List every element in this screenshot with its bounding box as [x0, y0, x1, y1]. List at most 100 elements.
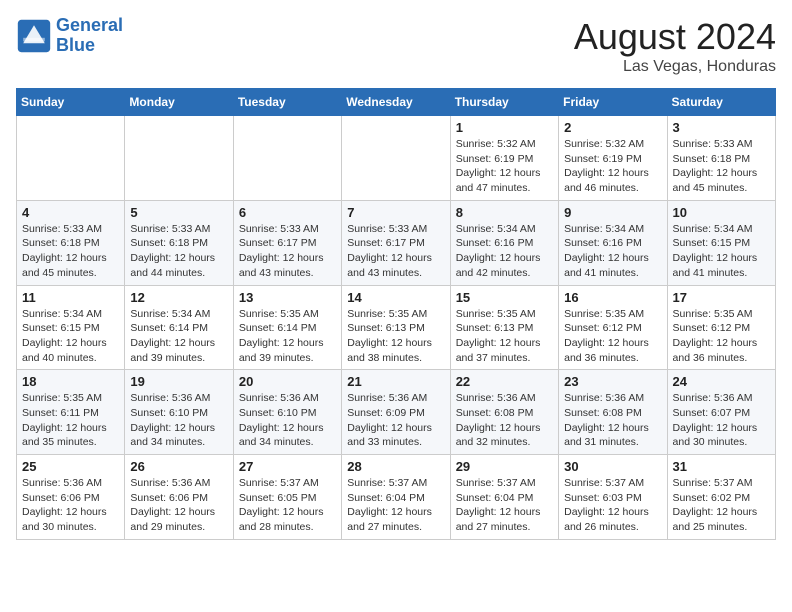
day-number: 1: [456, 120, 553, 135]
day-number: 18: [22, 374, 119, 389]
logo-line2: Blue: [56, 35, 95, 55]
calendar-day-cell: 12Sunrise: 5:34 AMSunset: 6:14 PMDayligh…: [125, 285, 233, 370]
calendar-day-cell: 22 Sunrise: 5:36 AMSunset: 6:08 PMDayligh…: [450, 370, 558, 455]
day-number: 20: [239, 374, 336, 389]
day-of-week-header: Thursday: [450, 89, 558, 116]
logo-text: General Blue: [56, 16, 123, 56]
day-info: Sunrise: 5:37 AMSunset: 6:02 PMDaylight:…: [673, 476, 770, 535]
day-info: Sunrise: 5:35 AMSunset: 6:13 PMDaylight:…: [347, 307, 444, 366]
day-info: Sunrise: 5:36 AMSunset: 6:10 PMDaylight:…: [130, 391, 227, 450]
calendar-day-cell: 14 Sunrise: 5:35 AMSunset: 6:13 PMDayligh…: [342, 285, 450, 370]
day-info: Sunrise: 5:34 AMSunset: 6:16 PMDaylight:…: [456, 222, 553, 281]
day-info: Sunrise: 5:36 AMSunset: 6:09 PMDaylight:…: [347, 391, 444, 450]
day-number: 7: [347, 205, 444, 220]
calendar-day-cell: 3 Sunrise: 5:33 AMSunset: 6:18 PMDaylight…: [667, 116, 775, 201]
day-info: Sunrise: 5:33 AMSunset: 6:17 PMDaylight:…: [347, 222, 444, 281]
day-info: Sunrise: 5:35 AMSunset: 6:11 PMDaylight:…: [22, 391, 119, 450]
calendar-day-cell: 8 Sunrise: 5:34 AMSunset: 6:16 PMDaylight…: [450, 200, 558, 285]
day-info: Sunrise: 5:36 AMSunset: 6:08 PMDaylight:…: [456, 391, 553, 450]
day-info: Sunrise: 5:37 AMSunset: 6:04 PMDaylight:…: [456, 476, 553, 535]
day-number: 4: [22, 205, 119, 220]
calendar-day-cell: 7 Sunrise: 5:33 AMSunset: 6:17 PMDaylight…: [342, 200, 450, 285]
calendar-day-cell: 5 Sunrise: 5:33 AMSunset: 6:18 PMDaylight…: [125, 200, 233, 285]
logo-icon: [16, 18, 52, 54]
calendar-header-row: SundayMondayTuesdayWednesdayThursdayFrid…: [17, 89, 776, 116]
day-info: Sunrise: 5:36 AMSunset: 6:08 PMDaylight:…: [564, 391, 661, 450]
calendar-day-cell: 17 Sunrise: 5:35 AMSunset: 6:12 PMDayligh…: [667, 285, 775, 370]
day-number: 23: [564, 374, 661, 389]
calendar-day-cell: [17, 116, 125, 201]
day-info: Sunrise: 5:34 AMSunset: 6:15 PMDaylight:…: [673, 222, 770, 281]
day-number: 29: [456, 459, 553, 474]
day-info: Sunrise: 5:32 AMSunset: 6:19 PMDaylight:…: [564, 137, 661, 196]
day-of-week-header: Sunday: [17, 89, 125, 116]
day-of-week-header: Friday: [559, 89, 667, 116]
day-info: Sunrise: 5:37 AMSunset: 6:05 PMDaylight:…: [239, 476, 336, 535]
calendar-day-cell: 29 Sunrise: 5:37 AMSunset: 6:04 PMDayligh…: [450, 455, 558, 540]
calendar-day-cell: 30Sunrise: 5:37 AMSunset: 6:03 PMDayligh…: [559, 455, 667, 540]
day-number: 14: [347, 290, 444, 305]
day-of-week-header: Tuesday: [233, 89, 341, 116]
month-year: August 2024: [574, 16, 776, 58]
day-number: 26: [130, 459, 227, 474]
calendar-day-cell: 18 Sunrise: 5:35 AMSunset: 6:11 PMDayligh…: [17, 370, 125, 455]
day-number: 6: [239, 205, 336, 220]
calendar-day-cell: [342, 116, 450, 201]
calendar-day-cell: [233, 116, 341, 201]
day-info: Sunrise: 5:36 AMSunset: 6:06 PMDaylight:…: [130, 476, 227, 535]
calendar-day-cell: 21 Sunrise: 5:36 AMSunset: 6:09 PMDayligh…: [342, 370, 450, 455]
calendar-day-cell: 16 Sunrise: 5:35 AMSunset: 6:12 PMDayligh…: [559, 285, 667, 370]
day-number: 22: [456, 374, 553, 389]
calendar-table: SundayMondayTuesdayWednesdayThursdayFrid…: [16, 88, 776, 540]
location: Las Vegas, Honduras: [574, 58, 776, 76]
day-number: 31: [673, 459, 770, 474]
calendar-day-cell: 4Sunrise: 5:33 AMSunset: 6:18 PMDaylight…: [17, 200, 125, 285]
day-info: Sunrise: 5:35 AMSunset: 6:12 PMDaylight:…: [673, 307, 770, 366]
day-info: Sunrise: 5:36 AMSunset: 6:06 PMDaylight:…: [22, 476, 119, 535]
day-number: 17: [673, 290, 770, 305]
day-info: Sunrise: 5:32 AMSunset: 6:19 PMDaylight:…: [456, 137, 553, 196]
day-number: 15: [456, 290, 553, 305]
calendar-day-cell: 1 Sunrise: 5:32 AMSunset: 6:19 PMDaylight…: [450, 116, 558, 201]
day-number: 10: [673, 205, 770, 220]
day-number: 28: [347, 459, 444, 474]
calendar-day-cell: 28 Sunrise: 5:37 AMSunset: 6:04 PMDayligh…: [342, 455, 450, 540]
day-of-week-header: Wednesday: [342, 89, 450, 116]
page-header: General Blue August 2024 Las Vegas, Hond…: [16, 16, 776, 76]
day-info: Sunrise: 5:34 AMSunset: 6:16 PMDaylight:…: [564, 222, 661, 281]
calendar-day-cell: 19 Sunrise: 5:36 AMSunset: 6:10 PMDayligh…: [125, 370, 233, 455]
day-number: 9: [564, 205, 661, 220]
day-info: Sunrise: 5:36 AMSunset: 6:07 PMDaylight:…: [673, 391, 770, 450]
day-number: 2: [564, 120, 661, 135]
calendar-day-cell: 27Sunrise: 5:37 AMSunset: 6:05 PMDayligh…: [233, 455, 341, 540]
calendar-day-cell: 6Sunrise: 5:33 AMSunset: 6:17 PMDaylight…: [233, 200, 341, 285]
logo-line1: General: [56, 15, 123, 35]
day-info: Sunrise: 5:37 AMSunset: 6:04 PMDaylight:…: [347, 476, 444, 535]
day-number: 21: [347, 374, 444, 389]
day-of-week-header: Monday: [125, 89, 233, 116]
day-info: Sunrise: 5:35 AMSunset: 6:14 PMDaylight:…: [239, 307, 336, 366]
day-of-week-header: Saturday: [667, 89, 775, 116]
calendar-day-cell: 24Sunrise: 5:36 AMSunset: 6:07 PMDayligh…: [667, 370, 775, 455]
day-number: 8: [456, 205, 553, 220]
calendar-day-cell: 13Sunrise: 5:35 AMSunset: 6:14 PMDayligh…: [233, 285, 341, 370]
calendar-day-cell: 25 Sunrise: 5:36 AMSunset: 6:06 PMDayligh…: [17, 455, 125, 540]
day-info: Sunrise: 5:33 AMSunset: 6:18 PMDaylight:…: [130, 222, 227, 281]
day-info: Sunrise: 5:34 AMSunset: 6:15 PMDaylight:…: [22, 307, 119, 366]
calendar-day-cell: 10 Sunrise: 5:34 AMSunset: 6:15 PMDayligh…: [667, 200, 775, 285]
title-block: August 2024 Las Vegas, Honduras: [574, 16, 776, 76]
day-number: 5: [130, 205, 227, 220]
day-number: 11: [22, 290, 119, 305]
calendar-week-row: 18 Sunrise: 5:35 AMSunset: 6:11 PMDayligh…: [17, 370, 776, 455]
day-info: Sunrise: 5:37 AMSunset: 6:03 PMDaylight:…: [564, 476, 661, 535]
day-number: 3: [673, 120, 770, 135]
day-info: Sunrise: 5:35 AMSunset: 6:12 PMDaylight:…: [564, 307, 661, 366]
day-number: 25: [22, 459, 119, 474]
calendar-day-cell: 23 Sunrise: 5:36 AMSunset: 6:08 PMDayligh…: [559, 370, 667, 455]
day-number: 19: [130, 374, 227, 389]
logo: General Blue: [16, 16, 123, 56]
calendar-week-row: 4 Sunrise: 5:33 AMSunset: 6:18 PMDaylight…: [17, 200, 776, 285]
day-info: Sunrise: 5:33 AMSunset: 6:18 PMDaylight:…: [673, 137, 770, 196]
day-info: Sunrise: 5:34 AMSunset: 6:14 PMDaylight:…: [130, 307, 227, 366]
day-number: 16: [564, 290, 661, 305]
